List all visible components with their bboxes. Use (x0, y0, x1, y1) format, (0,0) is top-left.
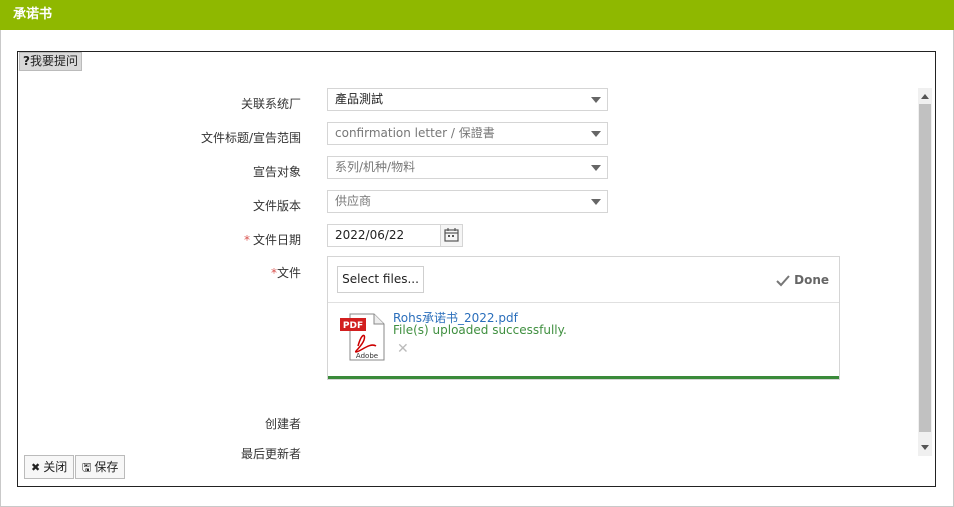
date-label: * 文件日期 (243, 233, 301, 247)
target-value: 系列/机种/物料 (335, 160, 416, 174)
chevron-down-icon (591, 199, 601, 205)
chevron-down-icon (591, 131, 601, 137)
target-label: 宣告对象 (252, 165, 301, 179)
target-select[interactable]: 系列/机种/物料 (327, 156, 608, 179)
factory-value: 產品測試 (335, 92, 384, 106)
calendar-icon (444, 228, 459, 242)
scroll-up-icon[interactable] (921, 94, 929, 99)
select-files-button[interactable]: Select files... (337, 266, 424, 293)
calendar-button[interactable] (440, 224, 463, 247)
doc-title-select[interactable]: confirmation letter / 保證書 (327, 122, 608, 145)
close-button[interactable]: ✖ 关闭 (24, 455, 75, 479)
doc-title-label: 文件标题/宣告范围 (200, 131, 301, 145)
window-title: 承诺书 (0, 0, 954, 30)
chevron-down-icon (591, 97, 601, 103)
svg-text:PDF: PDF (343, 321, 363, 331)
version-select[interactable]: 供应商 (327, 190, 608, 213)
done-button[interactable]: Done (776, 273, 829, 287)
scroll-down-icon[interactable] (921, 445, 929, 450)
updater-label: 最后更新者 (240, 447, 301, 461)
creator-label: 创建者 (264, 417, 301, 431)
ask-question-label: 我要提问 (29, 54, 78, 68)
upload-status: File(s) uploaded successfully. (393, 323, 567, 337)
factory-select[interactable]: 產品測試 (327, 88, 608, 111)
version-label: 文件版本 (252, 199, 301, 213)
date-input[interactable]: 2022/06/22 (327, 224, 441, 247)
save-icon: 🖫 (82, 461, 92, 474)
version-value: 供应商 (335, 194, 372, 208)
file-label: *文件 (270, 266, 301, 280)
form-scrollbar[interactable] (918, 88, 932, 456)
save-button[interactable]: 🖫 保存 (75, 455, 126, 479)
upload-progress-bar (328, 376, 839, 379)
file-upload: Select files... Done PDF Adobe Rohs承诺书_2… (327, 256, 840, 380)
remove-file-icon[interactable]: ✕ (397, 341, 409, 357)
ask-question-button[interactable]: ?我要提问 (19, 52, 82, 71)
help-icon: ? (23, 54, 30, 68)
chevron-down-icon (591, 165, 601, 171)
pdf-file-icon: PDF Adobe (340, 313, 385, 361)
svg-text:Adobe: Adobe (356, 352, 378, 360)
doc-title-value: confirmation letter / 保證書 (335, 126, 495, 140)
check-icon (776, 275, 790, 287)
required-mark: * (243, 233, 250, 247)
uploaded-file-item: PDF Adobe Rohs承诺书_2022.pdf File(s) uploa… (328, 304, 839, 379)
scroll-thumb[interactable] (919, 104, 931, 432)
factory-label: 关联系统厂 (240, 97, 301, 111)
upload-toolbar: Select files... Done (328, 257, 839, 303)
close-icon: ✖ (31, 461, 41, 474)
